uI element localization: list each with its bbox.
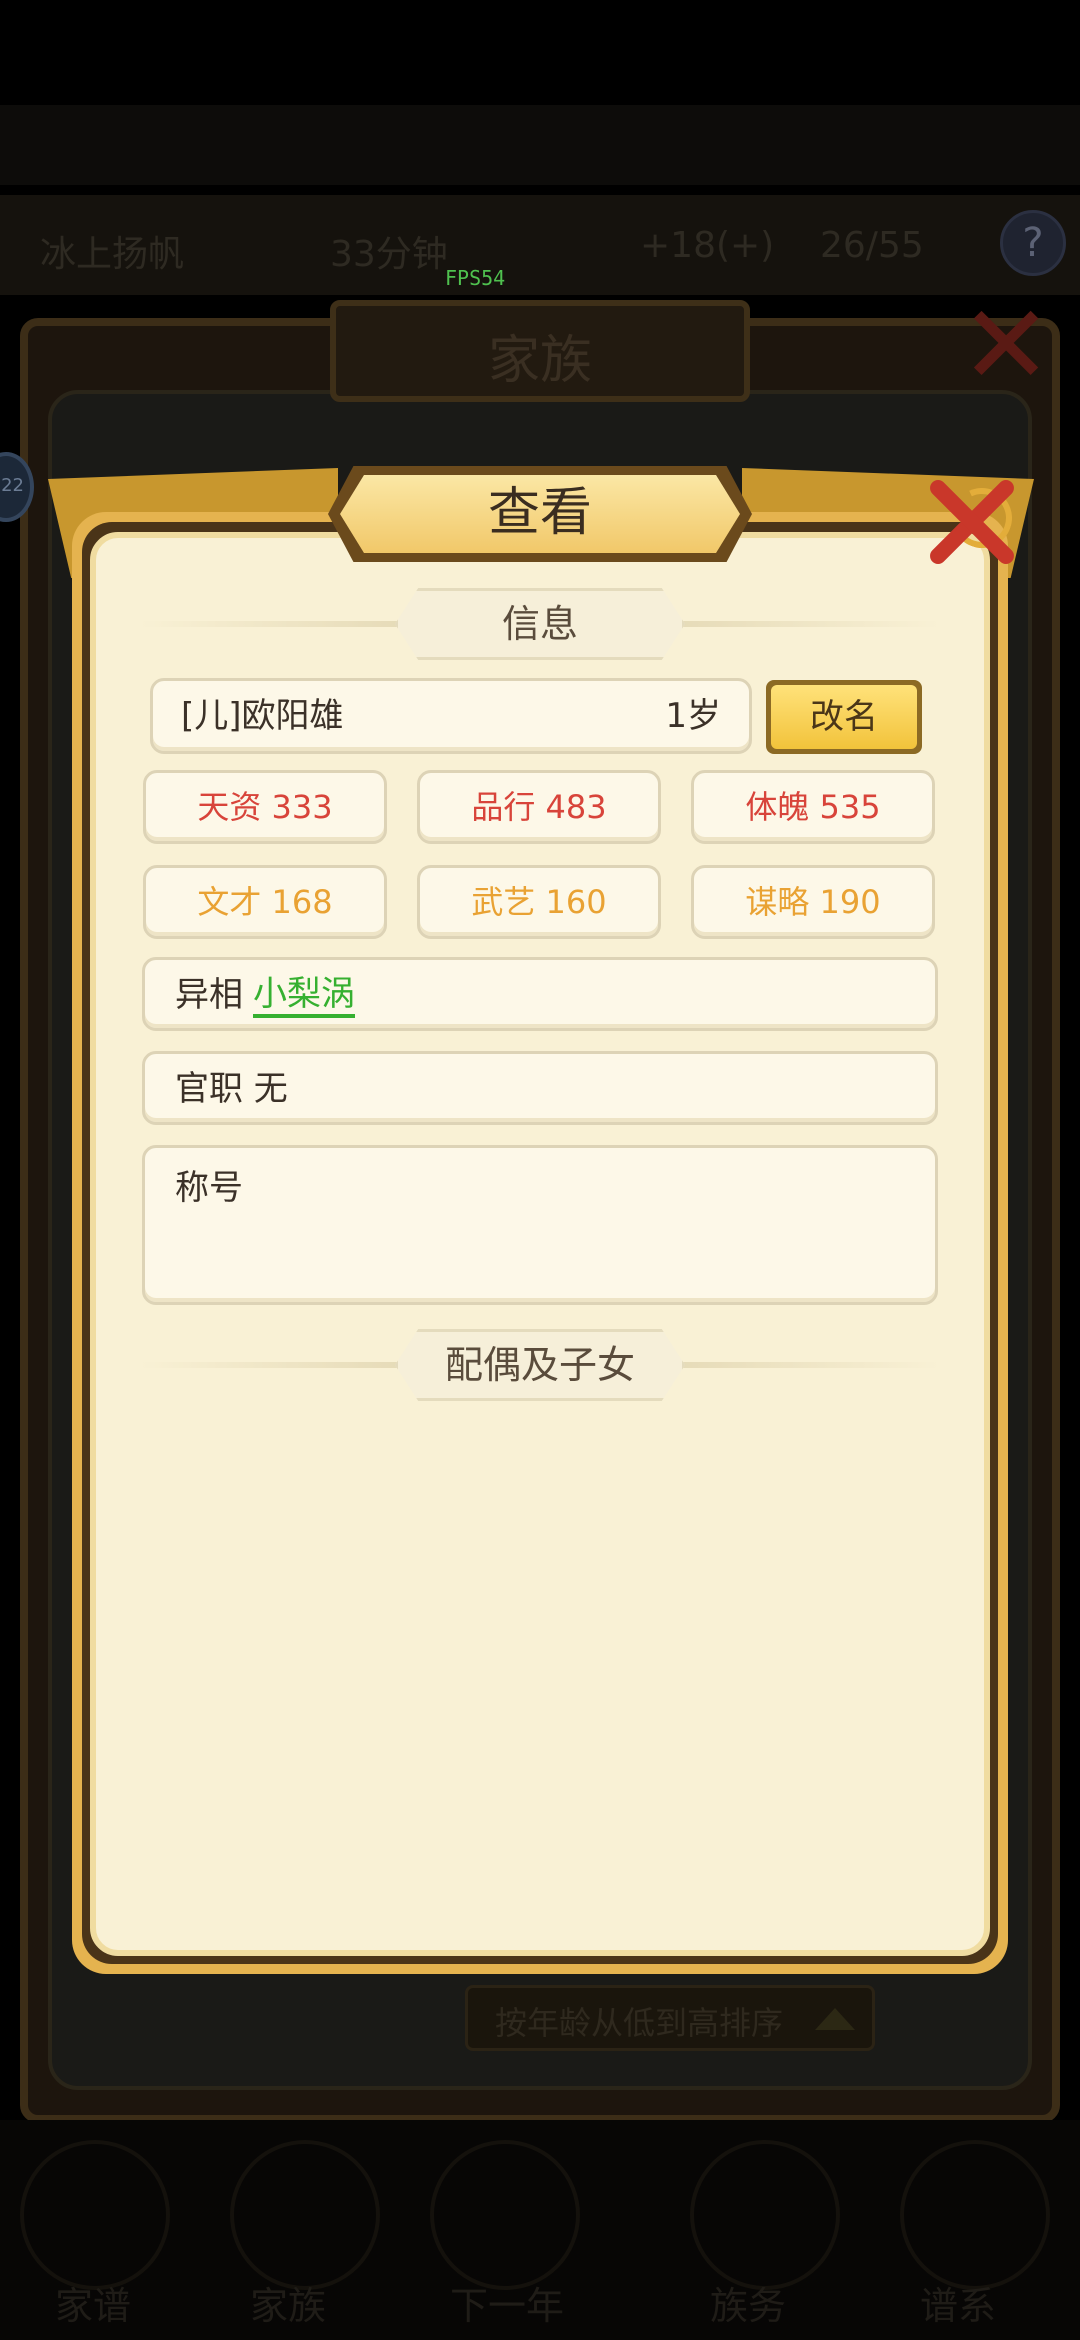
divider-right: [680, 621, 940, 627]
hud-text-4: 26/55: [820, 225, 924, 266]
family-title: 家族: [487, 331, 592, 391]
office-text: 官职 无: [175, 1069, 288, 1109]
fps-counter: FPS54: [445, 266, 506, 290]
honorific-label: 称号: [175, 1168, 243, 1208]
family-close-icon[interactable]: ✕: [960, 290, 1070, 405]
nav-item-family[interactable]: 家族: [250, 2275, 326, 2330]
nav-item-lineage[interactable]: 谱系: [920, 2275, 996, 2330]
top-bar: [0, 105, 1080, 185]
stat-literary: 文才 168: [143, 865, 387, 939]
divider-left: [140, 1362, 400, 1368]
rename-button[interactable]: 改名: [766, 680, 922, 754]
hud-text-3: +18(+): [640, 225, 775, 266]
help-icon[interactable]: ?: [1000, 210, 1066, 276]
trait-row: 异相 小梨涡: [142, 957, 938, 1031]
rename-button-label: 改名: [771, 685, 917, 749]
stat-talent: 天资 333: [143, 770, 387, 844]
spouse-section-header: 配偶及子女: [140, 1329, 940, 1401]
name-field: [儿]欧阳雄 1岁: [150, 678, 752, 754]
modal-title: 查看: [487, 483, 592, 543]
divider-right: [680, 1362, 940, 1368]
hud-text-1: 冰上扬帆: [40, 234, 185, 275]
info-section-title: 信息: [501, 602, 578, 646]
hud-text-2: 33分钟: [330, 234, 448, 275]
child-name: [儿]欧阳雄: [181, 696, 344, 736]
close-icon[interactable]: [912, 462, 1032, 582]
nav-circle-2: [230, 2140, 380, 2290]
stat-physique: 体魄 535: [691, 770, 935, 844]
nav-item-next-year[interactable]: 下一年: [450, 2275, 564, 2330]
stat-martial: 武艺 160: [417, 865, 661, 939]
stat-conduct: 品行 483: [417, 770, 661, 844]
honorific-box: 称号: [142, 1145, 938, 1305]
stat-strategy: 谋略 190: [691, 865, 935, 939]
nav-item-affairs[interactable]: 族务: [710, 2275, 786, 2330]
sort-arrow-icon: [815, 2008, 855, 2030]
nav-circle-4: [690, 2140, 840, 2290]
nav-circle-1: [20, 2140, 170, 2290]
child-age: 1岁: [665, 696, 721, 736]
divider-left: [140, 621, 400, 627]
spouse-section-title: 配偶及子女: [444, 1343, 635, 1387]
sort-button-label: 按年龄从低到高排序: [495, 2004, 784, 2042]
nav-item-genealogy[interactable]: 家谱: [55, 2275, 131, 2330]
nav-circle-3: [430, 2140, 580, 2290]
office-row: 官职 无: [142, 1051, 938, 1125]
trait-label: 异相: [175, 975, 243, 1015]
trait-value-link[interactable]: 小梨涡: [253, 960, 355, 1018]
nav-circle-5: [900, 2140, 1050, 2290]
info-section-header: 信息: [140, 588, 940, 660]
